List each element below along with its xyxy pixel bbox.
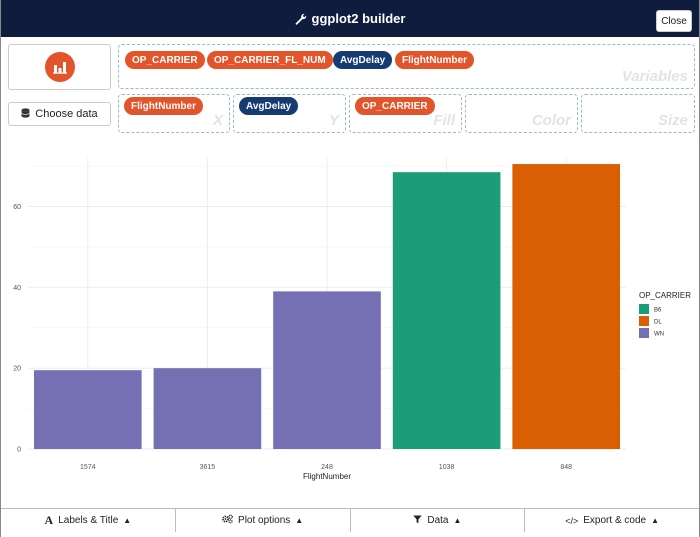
y-tick-label: 20 xyxy=(13,366,21,373)
bar-1574 xyxy=(33,370,142,449)
bar-3615 xyxy=(153,368,262,449)
database-icon xyxy=(21,107,31,121)
x-tick-label: 248 xyxy=(321,464,333,471)
app-title: ggplot2 builder xyxy=(0,0,700,37)
plot-options-tab[interactable]: Plot options ▲ xyxy=(175,509,351,532)
legend-label-DL: DL xyxy=(654,320,662,326)
variable-pill-op-carrier-fl-num[interactable]: OP_CARRIER_FL_NUM xyxy=(207,51,333,69)
code-icon: </> xyxy=(565,515,579,526)
filter-icon xyxy=(413,515,423,527)
fill-zone-label: Fill xyxy=(433,112,455,129)
data-tab-label: Data xyxy=(427,515,449,526)
x-pill-flightnumber[interactable]: FlightNumber xyxy=(124,97,203,115)
variables-zone-label: Variables xyxy=(621,68,688,85)
labels-title-label: Labels & Title xyxy=(58,515,119,526)
bar-848 xyxy=(512,164,621,449)
x-zone-label: X xyxy=(212,112,223,129)
bar-chart-logo-icon xyxy=(44,52,75,82)
y-pill-avgdelay[interactable]: AvgDelay xyxy=(239,97,299,115)
caret-up-icon: ▲ xyxy=(123,516,132,525)
legend-label-WN: WN xyxy=(654,332,664,338)
bar-1038 xyxy=(392,172,501,450)
app-title-text: ggplot2 builder xyxy=(311,11,406,26)
labels-title-tab[interactable]: A Labels & Title ▲ xyxy=(1,509,176,532)
y-tick-label: 0 xyxy=(17,447,21,454)
x-tick-label: 3615 xyxy=(200,464,216,471)
fill-dropzone[interactable]: OP_CARRIER Fill xyxy=(349,94,462,133)
wrench-icon xyxy=(295,13,307,25)
size-zone-label: Size xyxy=(657,112,688,129)
x-tick-label: 848 xyxy=(560,464,572,471)
plot-options-label: Plot options xyxy=(238,515,291,526)
y-zone-label: Y xyxy=(328,112,339,129)
caret-up-icon: ▲ xyxy=(295,516,304,525)
export-code-label: Export & code xyxy=(583,515,647,526)
bar-248 xyxy=(273,291,381,449)
legend-swatch-WN xyxy=(639,328,649,338)
font-icon: A xyxy=(44,513,54,527)
legend-swatch-DL xyxy=(639,316,649,326)
data-tab[interactable]: Data ▲ xyxy=(350,509,526,532)
export-code-tab[interactable]: </> Export & code ▲ xyxy=(525,509,699,532)
x-tick-label: 1038 xyxy=(439,464,455,471)
variable-pill-avgdelay[interactable]: AvgDelay xyxy=(333,51,393,69)
size-dropzone[interactable]: Size xyxy=(581,94,695,133)
color-zone-label: Color xyxy=(531,112,571,129)
close-button[interactable]: Close xyxy=(656,10,692,32)
choose-data-button[interactable]: Choose data xyxy=(8,102,111,126)
y-tick-label: 60 xyxy=(13,204,21,211)
app-logo-box xyxy=(8,44,111,90)
x-axis-title: FlightNumber xyxy=(303,472,351,481)
title-bar: ggplot2 builder Close xyxy=(0,0,700,37)
legend-title: OP_CARRIER xyxy=(639,291,691,300)
bottom-toolbar: A Labels & Title ▲ Plot options ▲ Data ▲… xyxy=(1,508,699,532)
plot-area: 0 20 40 60 1574 3615 248 1038 848 FlightNumber OP_… xyxy=(0,150,700,505)
legend-swatch-B6 xyxy=(639,304,649,314)
bar-chart: 0 20 40 60 1574 3615 248 1038 848 FlightNumber OP_… xyxy=(13,158,691,481)
y-tick-label: 40 xyxy=(13,285,21,292)
variable-pill-op-carrier[interactable]: OP_CARRIER xyxy=(125,51,205,69)
variable-pill-flightnumber[interactable]: FlightNumber xyxy=(395,51,474,69)
choose-data-label: Choose data xyxy=(35,108,98,120)
color-dropzone[interactable]: Color xyxy=(465,94,578,133)
fill-pill-op-carrier[interactable]: OP_CARRIER xyxy=(355,97,435,115)
x-dropzone[interactable]: FlightNumber X xyxy=(118,94,230,133)
legend-label-B6: B6 xyxy=(654,308,662,314)
y-dropzone[interactable]: AvgDelay Y xyxy=(233,94,346,133)
variables-dropzone[interactable]: OP_CARRIER OP_CARRIER_FL_NUM AvgDelay Fl… xyxy=(118,44,695,89)
x-tick-label: 1574 xyxy=(80,464,96,471)
caret-up-icon: ▲ xyxy=(651,516,659,525)
caret-up-icon: ▲ xyxy=(453,516,462,525)
gears-icon xyxy=(222,514,233,527)
